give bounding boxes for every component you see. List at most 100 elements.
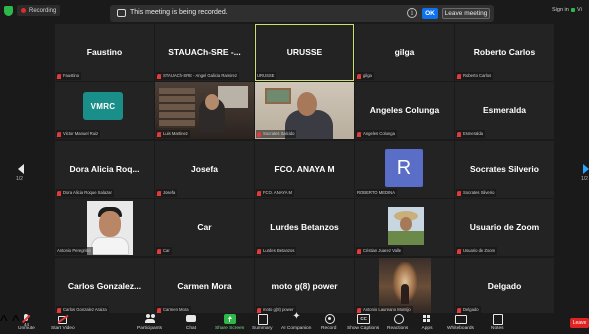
next-page-icon[interactable] bbox=[583, 164, 589, 174]
face bbox=[99, 211, 121, 237]
participant-name: Lurdes Betanzos bbox=[270, 222, 339, 232]
participant-tile-active-speaker[interactable]: URUSSE URUSSE bbox=[255, 24, 354, 81]
record-button[interactable]: Record bbox=[321, 314, 336, 334]
audio-options-chevron-icon[interactable]: ^ bbox=[0, 313, 8, 330]
participant-tile[interactable]: Car Car bbox=[155, 199, 254, 256]
unmute-label: Unmute bbox=[18, 326, 35, 331]
participant-tile[interactable]: FCO. ANAYA M FCO. ANAYA M bbox=[255, 141, 354, 198]
mic-muted-icon bbox=[57, 73, 61, 79]
participant-tile[interactable]: Antonio Peregrino bbox=[55, 199, 154, 256]
mic-muted-icon bbox=[57, 131, 61, 137]
participants-icon bbox=[144, 314, 156, 324]
mic-muted-icon bbox=[457, 131, 461, 137]
participant-tile[interactable]: Roberto Carlos Roberto Carlos bbox=[455, 24, 554, 81]
shelf bbox=[159, 88, 195, 128]
participant-label: ROBERTO MEDINA bbox=[356, 189, 398, 197]
start-video-button[interactable]: Start Video bbox=[51, 314, 75, 334]
whiteboards-label: Whiteboards bbox=[447, 326, 474, 331]
participant-name: Carmen Mora bbox=[177, 281, 232, 291]
participant-tile[interactable]: Socrates Silverio Socrates Silverio bbox=[455, 141, 554, 198]
profile-photo bbox=[87, 201, 133, 255]
ok-button[interactable]: OK bbox=[422, 8, 438, 19]
participant-label: Angeles Colunga bbox=[356, 130, 397, 138]
unmute-button[interactable]: Unmute bbox=[18, 314, 35, 334]
whiteboards-button[interactable]: Whiteboards bbox=[447, 314, 474, 334]
mic-muted-icon bbox=[257, 307, 261, 313]
fig bbox=[401, 284, 409, 304]
participant-tile[interactable]: Dora Alicia Roq... Dora Alicia Roque Sal… bbox=[55, 141, 154, 198]
share-screen-button[interactable]: Share Screen bbox=[215, 314, 244, 334]
participant-name: URUSSE bbox=[286, 47, 323, 57]
apps-label: Apps bbox=[421, 326, 433, 331]
participant-name: Delgado bbox=[487, 281, 522, 291]
participant-tile[interactable]: R ROBERTO MEDINA bbox=[355, 141, 454, 198]
participant-tile[interactable]: Carmen Mora Carmen Mora bbox=[155, 258, 254, 315]
participant-name: Angeles Colunga bbox=[369, 105, 440, 115]
participant-label: Lurdes Betanzos bbox=[256, 247, 297, 255]
participant-tile[interactable]: Josefa Josefa bbox=[155, 141, 254, 198]
participant-tile[interactable]: Angeles Colunga Angeles Colunga bbox=[355, 82, 454, 139]
summary-button[interactable]: Summary bbox=[252, 314, 273, 334]
previous-page-icon[interactable] bbox=[18, 164, 24, 174]
participant-tile[interactable]: Lurdes Betanzos Lurdes Betanzos bbox=[255, 199, 354, 256]
participant-name: Carlos Gonzalez... bbox=[67, 281, 142, 291]
banner-text: This meeting is being recorded. bbox=[130, 9, 228, 16]
leave-button[interactable]: Leave bbox=[570, 318, 589, 328]
participant-label-text: Dora Alicia Roque Salazar bbox=[63, 190, 112, 195]
participant-name: Car bbox=[197, 222, 212, 232]
info-icon[interactable]: i bbox=[407, 8, 417, 18]
participant-tile[interactable]: gilga gilga bbox=[355, 24, 454, 81]
reactions-label: Reactions bbox=[387, 326, 409, 331]
mic-muted-icon bbox=[357, 73, 361, 79]
ai-companion-label: AI Companion bbox=[281, 326, 312, 331]
security-recording-indicator: Recording bbox=[4, 4, 61, 17]
chat-button[interactable]: Chat bbox=[185, 314, 197, 334]
participant-tile-video[interactable]: Luis Martinez bbox=[155, 82, 254, 139]
participant-tile[interactable]: moto g(8) power moto g(8) power bbox=[255, 258, 354, 315]
participant-tile[interactable]: VMRC Victor Manuel Ruiz bbox=[55, 82, 154, 139]
participant-tile[interactable]: Antonio Laureano Montijo bbox=[355, 258, 454, 315]
participant-tile[interactable]: Usuario de Zoom Usuario de Zoom bbox=[455, 199, 554, 256]
participant-name: STAUACh-SRE -... bbox=[168, 47, 241, 57]
participant-label-text: gilga bbox=[363, 73, 372, 78]
participant-label: FCO. ANAYA M bbox=[256, 189, 294, 197]
participant-label-text: Angeles Colunga bbox=[363, 131, 395, 136]
shield-icon[interactable] bbox=[4, 5, 13, 16]
recording-badge[interactable]: Recording bbox=[17, 5, 61, 16]
notes-button[interactable]: Notes bbox=[491, 314, 504, 334]
sign-in-link[interactable]: Sign in bbox=[552, 7, 569, 13]
ai-companion-button[interactable]: AI Companion bbox=[281, 311, 312, 334]
participant-label: Antonio Peregrino bbox=[56, 247, 93, 255]
participant-tile[interactable]: Faustino Faustino bbox=[55, 24, 154, 81]
participant-name: gilga bbox=[394, 47, 415, 57]
participant-label: Socrates Silverio bbox=[456, 189, 497, 197]
participant-label-text: Esmeralda bbox=[463, 131, 484, 136]
apps-button[interactable]: Apps bbox=[421, 314, 433, 334]
participant-tile[interactable]: STAUACh-SRE -... STAUACh-SRE - Angel Gal… bbox=[155, 24, 254, 81]
participant-tile[interactable]: Esmeralda Esmeralda bbox=[455, 82, 554, 139]
participant-label: Victor Manuel Ruiz bbox=[56, 130, 101, 138]
vmrc-logo: VMRC bbox=[83, 92, 123, 120]
recording-label: Recording bbox=[29, 7, 57, 14]
share-screen-icon bbox=[223, 314, 236, 324]
view-icon[interactable] bbox=[571, 8, 575, 12]
participant-label: URUSSE bbox=[256, 72, 277, 80]
participant-name: Faustino bbox=[86, 47, 123, 57]
leave-meeting-button[interactable]: Leave meeting bbox=[442, 8, 490, 19]
show-captions-button[interactable]: Show Captions bbox=[347, 314, 379, 334]
participant-tile[interactable]: Carlos Gonzalez... Carlos Gonzalez Araiz… bbox=[55, 258, 154, 315]
participant-name: Roberto Carlos bbox=[473, 47, 536, 57]
meeting-toolbar: Unmute ^ Start Video ^ Participants 44 C… bbox=[0, 311, 589, 334]
view-button[interactable]: Vi bbox=[577, 7, 582, 13]
record-icon bbox=[323, 314, 335, 324]
participant-tile[interactable]: Cristian Juarez Valle bbox=[355, 199, 454, 256]
participant-tile[interactable]: Delgado Delgado bbox=[455, 258, 554, 315]
participant-label-text: Socrates Salcido bbox=[263, 131, 295, 136]
mic-muted-icon bbox=[57, 307, 61, 313]
participant-tile-video[interactable]: Socrates Salcido bbox=[255, 82, 354, 139]
mic-muted-icon bbox=[257, 190, 261, 196]
participants-button[interactable]: Participants bbox=[137, 314, 162, 334]
recording-banner: This meeting is being recorded. i OK Lea… bbox=[110, 5, 494, 22]
reactions-button[interactable]: Reactions bbox=[387, 314, 408, 334]
participant-label-text: FCO. ANAYA M bbox=[263, 190, 292, 195]
